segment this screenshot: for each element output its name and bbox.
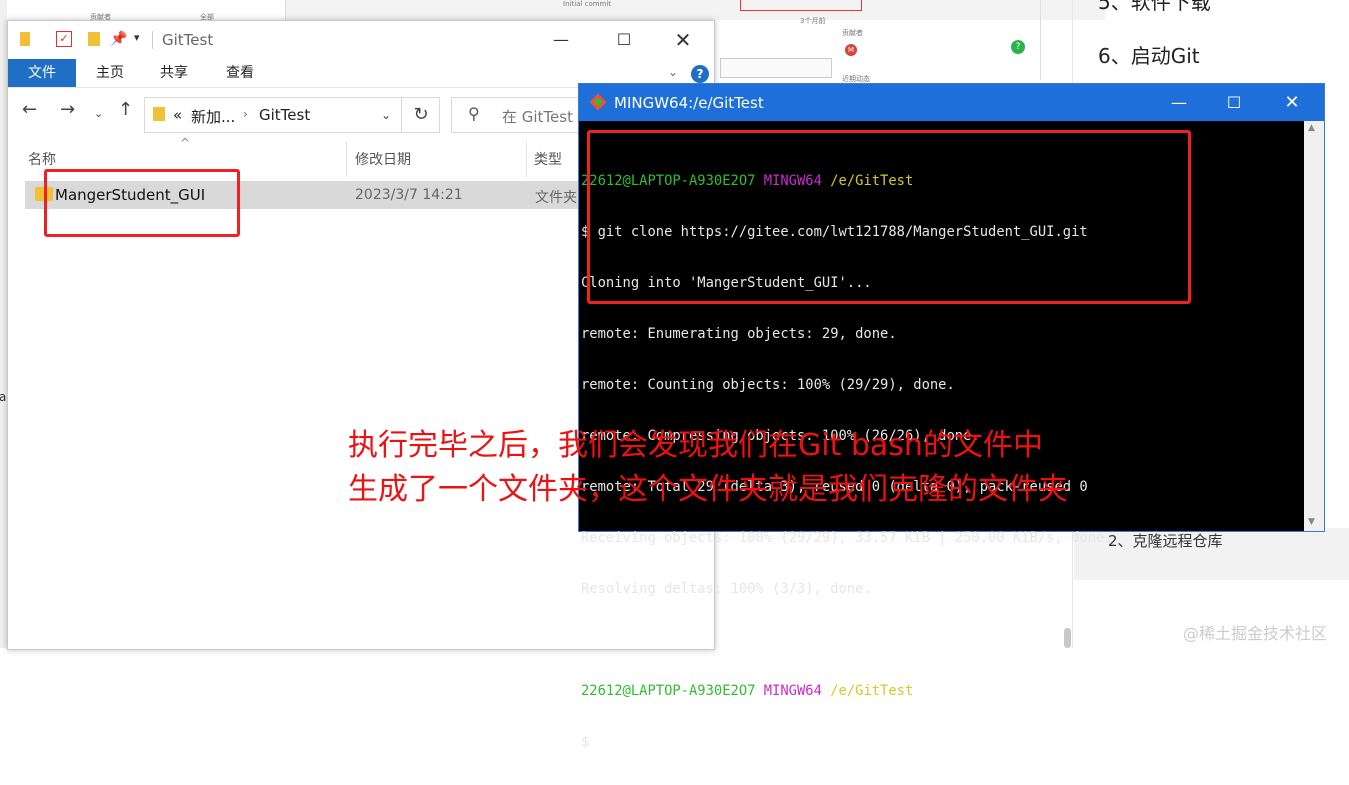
git-icon [589, 93, 607, 111]
search-icon: ⚲ [468, 104, 480, 123]
article-heading: 5、软件下载 [1098, 0, 1211, 14]
prompt-user: 22612@LAPTOP-A930E2O7 [581, 683, 756, 699]
highlight-box [740, 0, 862, 11]
scroll-down-icon[interactable]: ▼ [1308, 517, 1315, 527]
maximize-icon[interactable]: ☐ [601, 25, 647, 55]
folder-icon [20, 32, 30, 46]
chevron-down-icon[interactable]: ⌄ [668, 65, 678, 79]
checkbox-icon[interactable]: ✓ [56, 31, 72, 47]
maximize-icon[interactable]: ☐ [1206, 87, 1262, 119]
column-header-date[interactable]: 修改日期 [355, 149, 411, 169]
address-bar[interactable]: « 新加... › GitTest ⌄ ↻ [144, 97, 440, 133]
column-header-name[interactable]: 名称 [28, 149, 56, 169]
folder-icon [153, 107, 165, 121]
prompt-path: /e/GitTest [830, 683, 914, 699]
help-icon[interactable]: ? [691, 65, 709, 83]
minimize-icon[interactable]: — [538, 25, 584, 55]
column-header-type[interactable]: 类型 [534, 149, 562, 169]
watermark: @稀土掘金技术社区 [1183, 624, 1328, 643]
forward-icon[interactable]: → [60, 99, 75, 120]
chevron-down-icon[interactable]: ▾ [134, 31, 140, 44]
refresh-icon[interactable]: ↻ [401, 98, 440, 132]
up-icon[interactable]: ↑ [118, 99, 133, 120]
tiny-text: 3个月前 [800, 17, 826, 25]
tab-file[interactable]: 文件 [8, 59, 76, 87]
terminal-scrollbar[interactable]: ▲ ▼ [1304, 121, 1324, 531]
tab-view[interactable]: 查看 [214, 59, 266, 87]
terminal-titlebar[interactable]: MINGW64:/e/GitTest — ☐ ✕ [579, 84, 1324, 121]
help-icon[interactable]: ? [1011, 40, 1025, 54]
tab-share[interactable]: 共享 [148, 59, 200, 87]
annotation-line: 生成了一个文件夹，这个文件夹就是我们克隆的文件夹 [348, 472, 1068, 507]
left-window-edge [0, 0, 7, 648]
column-divider[interactable] [346, 141, 347, 177]
column-divider[interactable] [526, 141, 527, 177]
browser-strip [285, 0, 1105, 20]
output-line: remote: Enumerating objects: 29, done. [581, 326, 897, 342]
breadcrumb-item[interactable]: 新加... [191, 106, 235, 127]
pin-icon[interactable]: 📌 [110, 31, 127, 47]
avatar: M [845, 44, 857, 56]
close-icon[interactable]: ✕ [1264, 87, 1320, 119]
toc-item-label[interactable]: 2、克隆远程仓库 [1108, 530, 1223, 551]
breadcrumb-overflow[interactable]: « [173, 106, 182, 124]
scroll-up-icon[interactable]: ▲ [1308, 123, 1315, 133]
divider [152, 31, 153, 49]
chevron-down-icon[interactable]: ⌄ [381, 108, 391, 122]
file-type: 文件夹 [535, 190, 577, 206]
window-title: GitTest [162, 31, 214, 49]
edge-text: a [0, 390, 7, 404]
file-date: 2023/3/7 14:21 [355, 187, 463, 203]
chevron-down-icon[interactable]: ⌄ [94, 107, 103, 120]
highlight-box [587, 130, 1191, 304]
folder-icon[interactable] [88, 32, 100, 46]
output-line: Receiving objects: 100% (29/29), 33.57 K… [581, 530, 1113, 546]
tiny-text: Initial commit [563, 0, 612, 8]
page-input[interactable] [720, 58, 832, 78]
annotation-line: 执行完毕之后，我们会发现我们在Git bash的文件中 [348, 428, 1043, 463]
sort-arrow-icon: ^ [180, 136, 191, 150]
divider [285, 0, 286, 20]
tiny-text: 贡献者 [842, 29, 863, 37]
close-icon[interactable]: ✕ [660, 25, 706, 55]
prompt-line: 22612@LAPTOP-A930E2O7 MINGW64 /e/GitTest [581, 683, 1113, 700]
terminal-title: MINGW64:/e/GitTest [614, 94, 764, 112]
tab-home[interactable]: 主页 [84, 59, 136, 87]
explorer-titlebar[interactable]: ✓ 📌 ▾ GitTest — ☐ ✕ [8, 21, 714, 59]
article-heading: 6、启动Git [1098, 44, 1200, 68]
highlight-box [44, 169, 240, 237]
back-icon[interactable]: ← [22, 99, 37, 120]
divider [1040, 0, 1041, 80]
output-line: remote: Counting objects: 100% (29/29), … [581, 377, 955, 393]
annotation-text: 执行完毕之后，我们会发现我们在Git bash的文件中 生成了一个文件夹，这个文… [348, 424, 1068, 512]
minimize-icon[interactable]: — [1151, 87, 1207, 119]
breadcrumb-item[interactable]: GitTest [259, 106, 310, 124]
chevron-right-icon[interactable]: › [243, 107, 248, 121]
cursor-line[interactable]: $ [581, 734, 1113, 751]
output-line: Resolving deltas: 100% (3/3), done. [581, 581, 872, 597]
prompt-env: MINGW64 [763, 683, 822, 699]
